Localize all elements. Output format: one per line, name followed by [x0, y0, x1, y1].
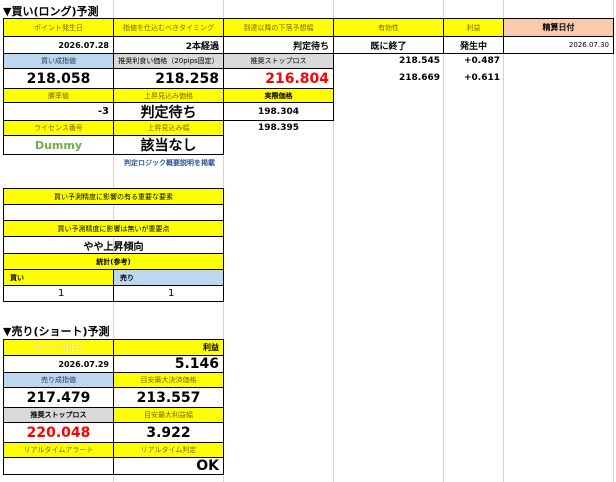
- buy-license-value: Dummy: [3, 135, 114, 155]
- buy-label-recommended-stop: 推奨ストップロス: [223, 53, 334, 69]
- factor-secondary-label: 買い予測精度に影響は無いが重要点: [3, 220, 224, 237]
- buy-header-lower-bound: 到達以降の下落予想幅: [223, 18, 334, 37]
- buy-section-title: ▼買い(ロング)予測: [3, 5, 99, 18]
- buy-limit-value: 218.058: [3, 68, 114, 89]
- buy-upper-status: 判定待ち: [113, 102, 224, 121]
- buy-profit-status: 発生中: [443, 36, 504, 54]
- stats-buy-count: 1: [3, 285, 114, 302]
- sell-point-date: 2026.07.29: [3, 355, 114, 373]
- buy-label-upper-ext: 上昇見込み幅: [113, 120, 224, 136]
- sell-limit-value: 217.479: [3, 387, 114, 408]
- buy-label-upper-add: 上昇見込み価格: [113, 88, 224, 103]
- buy-point-date: 2026.07.28: [3, 36, 114, 54]
- buy-header-point-date: ポイント発生日: [3, 18, 114, 37]
- sell-label-target-settle: 目安最大決済価格: [113, 372, 224, 388]
- buy-result-price-2: 198.395: [258, 123, 299, 133]
- buy-side-b2: +0.611: [463, 73, 500, 83]
- sell-label-stop: 推奨ストップロス: [3, 407, 114, 423]
- sell-section-title: ▼売り(ショート)予測: [3, 325, 110, 338]
- buy-recommended-buy-value: 218.258: [113, 68, 224, 89]
- buy-applicable-value: 該当なし: [113, 135, 224, 155]
- buy-lower-status: 判定待ち: [223, 36, 334, 54]
- buy-header-timing: 指値を仕込むべきタイミング: [113, 18, 224, 37]
- buy-label-license: ライセンス番号: [3, 120, 114, 136]
- buy-valid: 既に終了: [333, 36, 444, 54]
- sell-profit-value: 5.146: [113, 355, 224, 373]
- sell-alert-value: [3, 457, 114, 475]
- buy-side-b1: 218.669: [399, 73, 440, 83]
- factor-trend-value: やや上昇傾向: [3, 236, 224, 254]
- stats-sell-count: 1: [113, 285, 224, 302]
- sell-label-rt-judge: リアルタイム判定: [113, 442, 224, 458]
- buy-settle-date: 2026.07.30: [503, 36, 614, 54]
- buy-timing: 2本経過: [113, 36, 224, 54]
- buy-label-result-price: 実際価格: [223, 88, 334, 103]
- buy-label-recommended-buy: 推奨利食い価格（20pips固定）: [113, 53, 224, 69]
- sell-target-settle-value: 213.557: [113, 387, 224, 408]
- buy-side-a1: 218.545: [399, 56, 440, 66]
- sell-rt-judge-value: OK: [113, 457, 224, 475]
- buy-label-buy-limit: 買い成指値: [3, 53, 114, 69]
- factor-important-value: [3, 204, 224, 221]
- logic-description-link[interactable]: 判定ロジック概要説明を掲載: [124, 158, 215, 168]
- buy-signal-value: -3: [3, 102, 114, 121]
- sell-header-point-date: ポイント発生日: [3, 339, 114, 356]
- sell-label-target-profit: 目安最大利益幅: [113, 407, 224, 423]
- buy-result-price-1: 198.304: [223, 102, 334, 121]
- sell-label-alert: リアルタイムアラート: [3, 442, 114, 458]
- buy-recommended-stop-value: 216.804: [223, 68, 334, 89]
- sell-header-profit: 利益: [113, 339, 224, 356]
- factor-important-label: 買い予測精度に影響の有る重要な要素: [3, 188, 224, 205]
- sell-label-sell-limit: 売り成指値: [3, 372, 114, 388]
- sell-stop-value: 220.048: [3, 422, 114, 443]
- buy-header-valid: 有効性: [333, 18, 444, 37]
- buy-header-settle-date: 精算日付: [503, 18, 614, 37]
- sell-target-profit-value: 3.922: [113, 422, 224, 443]
- stats-header: 統計(参考): [3, 253, 224, 270]
- buy-label-signal: 勝率値: [3, 88, 114, 103]
- stats-col-sell: 売り: [113, 269, 224, 286]
- stats-col-buy: 買い: [3, 269, 114, 286]
- buy-side-a2: +0.487: [463, 56, 500, 66]
- buy-header-profit: 利益: [443, 18, 504, 37]
